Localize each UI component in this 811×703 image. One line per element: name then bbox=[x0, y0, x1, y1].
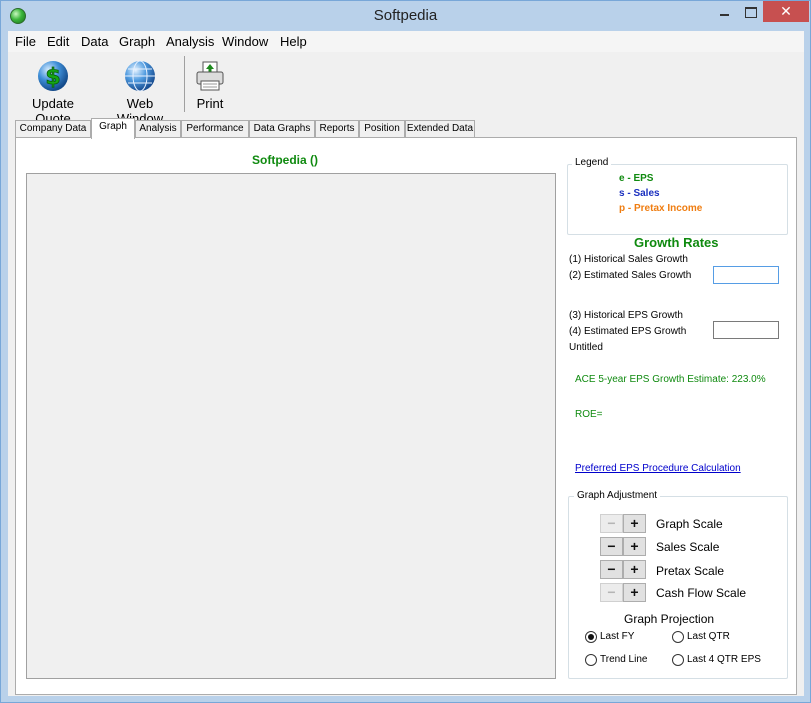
last-qtr-label: Last QTR bbox=[687, 631, 730, 642]
sales-scale-stepper: − + bbox=[600, 537, 646, 556]
growth-rates-title: Growth Rates bbox=[634, 235, 719, 250]
last-fy-label: Last FY bbox=[600, 631, 635, 642]
last-qtr-radio[interactable] bbox=[672, 631, 684, 643]
ace-eps-estimate: ACE 5-year EPS Growth Estimate: 223.0% bbox=[575, 374, 766, 385]
trend-line-label: Trend Line bbox=[600, 654, 648, 665]
tab-position[interactable]: Position bbox=[359, 120, 405, 138]
tab-reports[interactable]: Reports bbox=[315, 120, 359, 138]
sales-scale-plus-button[interactable]: + bbox=[623, 537, 646, 556]
menu-analysis[interactable]: Analysis bbox=[166, 34, 214, 49]
tab-graph[interactable]: Graph bbox=[91, 118, 135, 139]
historical-sales-growth-label: (1) Historical Sales Growth bbox=[569, 254, 688, 265]
svg-text:$: $ bbox=[45, 65, 60, 90]
web-globe-icon bbox=[125, 60, 155, 92]
graph-adjustment-title: Graph Adjustment bbox=[574, 490, 661, 501]
cash-flow-scale-plus-button[interactable]: + bbox=[623, 583, 646, 602]
pretax-scale-stepper: − + bbox=[600, 560, 646, 579]
last-fy-radio[interactable] bbox=[585, 631, 597, 643]
historical-eps-growth-label: (3) Historical EPS Growth bbox=[569, 310, 683, 321]
menu-bar: File Edit Data Graph Analysis Window Hel… bbox=[8, 31, 804, 52]
web-window-button[interactable]: Web Window bbox=[102, 54, 178, 126]
update-quote-button[interactable]: $ Update Quote bbox=[14, 54, 92, 126]
legend-pretax-income: p - Pretax Income bbox=[619, 203, 703, 214]
print-label: Print bbox=[196, 96, 224, 111]
estimated-eps-growth-input[interactable] bbox=[713, 321, 779, 339]
pretax-scale-plus-button[interactable]: + bbox=[623, 560, 646, 579]
legend-sales: s - Sales bbox=[619, 188, 660, 199]
roe-label: ROE= bbox=[575, 409, 603, 420]
title-bar[interactable]: Softpedia ✕ bbox=[1, 1, 810, 31]
close-button[interactable]: ✕ bbox=[763, 1, 809, 22]
last-4-qtr-eps-label: Last 4 QTR EPS bbox=[687, 654, 761, 665]
graph-title: Softpedia () bbox=[252, 153, 318, 167]
pretax-scale-label: Pretax Scale bbox=[656, 564, 725, 578]
dollar-globe-icon: $ bbox=[38, 61, 68, 91]
graph-scale-label: Graph Scale bbox=[656, 517, 723, 531]
cash-flow-scale-label: Cash Flow Scale bbox=[656, 586, 747, 600]
tab-performance[interactable]: Performance bbox=[181, 120, 249, 138]
client-area: File Edit Data Graph Analysis Window Hel… bbox=[8, 31, 804, 696]
tab-analysis[interactable]: Analysis bbox=[135, 120, 181, 138]
toolbar-separator bbox=[184, 56, 185, 112]
graph-tab-panel: Softpedia () Legend e - EPS s - Sales p … bbox=[15, 137, 797, 695]
printer-icon bbox=[196, 61, 224, 91]
menu-graph[interactable]: Graph bbox=[119, 34, 155, 49]
estimated-sales-growth-input[interactable] bbox=[713, 266, 779, 284]
print-button[interactable]: Print bbox=[192, 54, 228, 111]
menu-window[interactable]: Window bbox=[222, 34, 268, 49]
graph-projection-title: Graph Projection bbox=[624, 612, 715, 626]
estimated-sales-growth-label: (2) Estimated Sales Growth bbox=[569, 270, 692, 281]
graph-scale-minus-button[interactable]: − bbox=[600, 514, 623, 533]
toolbar: $ Update Quote Web Window Print bbox=[8, 52, 804, 126]
menu-file[interactable]: File bbox=[15, 34, 36, 49]
tab-company-data[interactable]: Company Data bbox=[15, 120, 91, 138]
sales-scale-label: Sales Scale bbox=[656, 540, 720, 554]
menu-edit[interactable]: Edit bbox=[47, 34, 69, 49]
window-title: Softpedia bbox=[373, 7, 438, 24]
app-window: Softpedia ✕ File Edit Data Graph Analysi… bbox=[0, 0, 811, 703]
tab-data-graphs[interactable]: Data Graphs bbox=[249, 120, 315, 138]
pretax-scale-minus-button[interactable]: − bbox=[600, 560, 623, 579]
preferred-eps-procedure-link[interactable]: Preferred EPS Procedure Calculation bbox=[575, 463, 741, 474]
untitled-label: Untitled bbox=[569, 342, 603, 353]
trend-line-radio[interactable] bbox=[585, 654, 597, 666]
graph-canvas[interactable] bbox=[26, 173, 556, 679]
legend-eps: e - EPS bbox=[619, 173, 654, 184]
menu-help[interactable]: Help bbox=[280, 34, 307, 49]
menu-data[interactable]: Data bbox=[81, 34, 108, 49]
legend-group bbox=[567, 164, 788, 235]
legend-title: Legend bbox=[572, 157, 612, 168]
minimize-button[interactable] bbox=[711, 1, 737, 22]
maximize-button[interactable] bbox=[737, 1, 763, 22]
cash-flow-scale-minus-button[interactable]: − bbox=[600, 583, 623, 602]
graph-scale-plus-button[interactable]: + bbox=[623, 514, 646, 533]
last-4-qtr-eps-radio[interactable] bbox=[672, 654, 684, 666]
graph-scale-stepper: − + bbox=[600, 514, 646, 533]
estimated-eps-growth-label: (4) Estimated EPS Growth bbox=[569, 326, 687, 337]
cash-flow-scale-stepper: − + bbox=[600, 583, 646, 602]
sales-scale-minus-button[interactable]: − bbox=[600, 537, 623, 556]
tab-extended-data[interactable]: Extended Data bbox=[405, 120, 475, 138]
